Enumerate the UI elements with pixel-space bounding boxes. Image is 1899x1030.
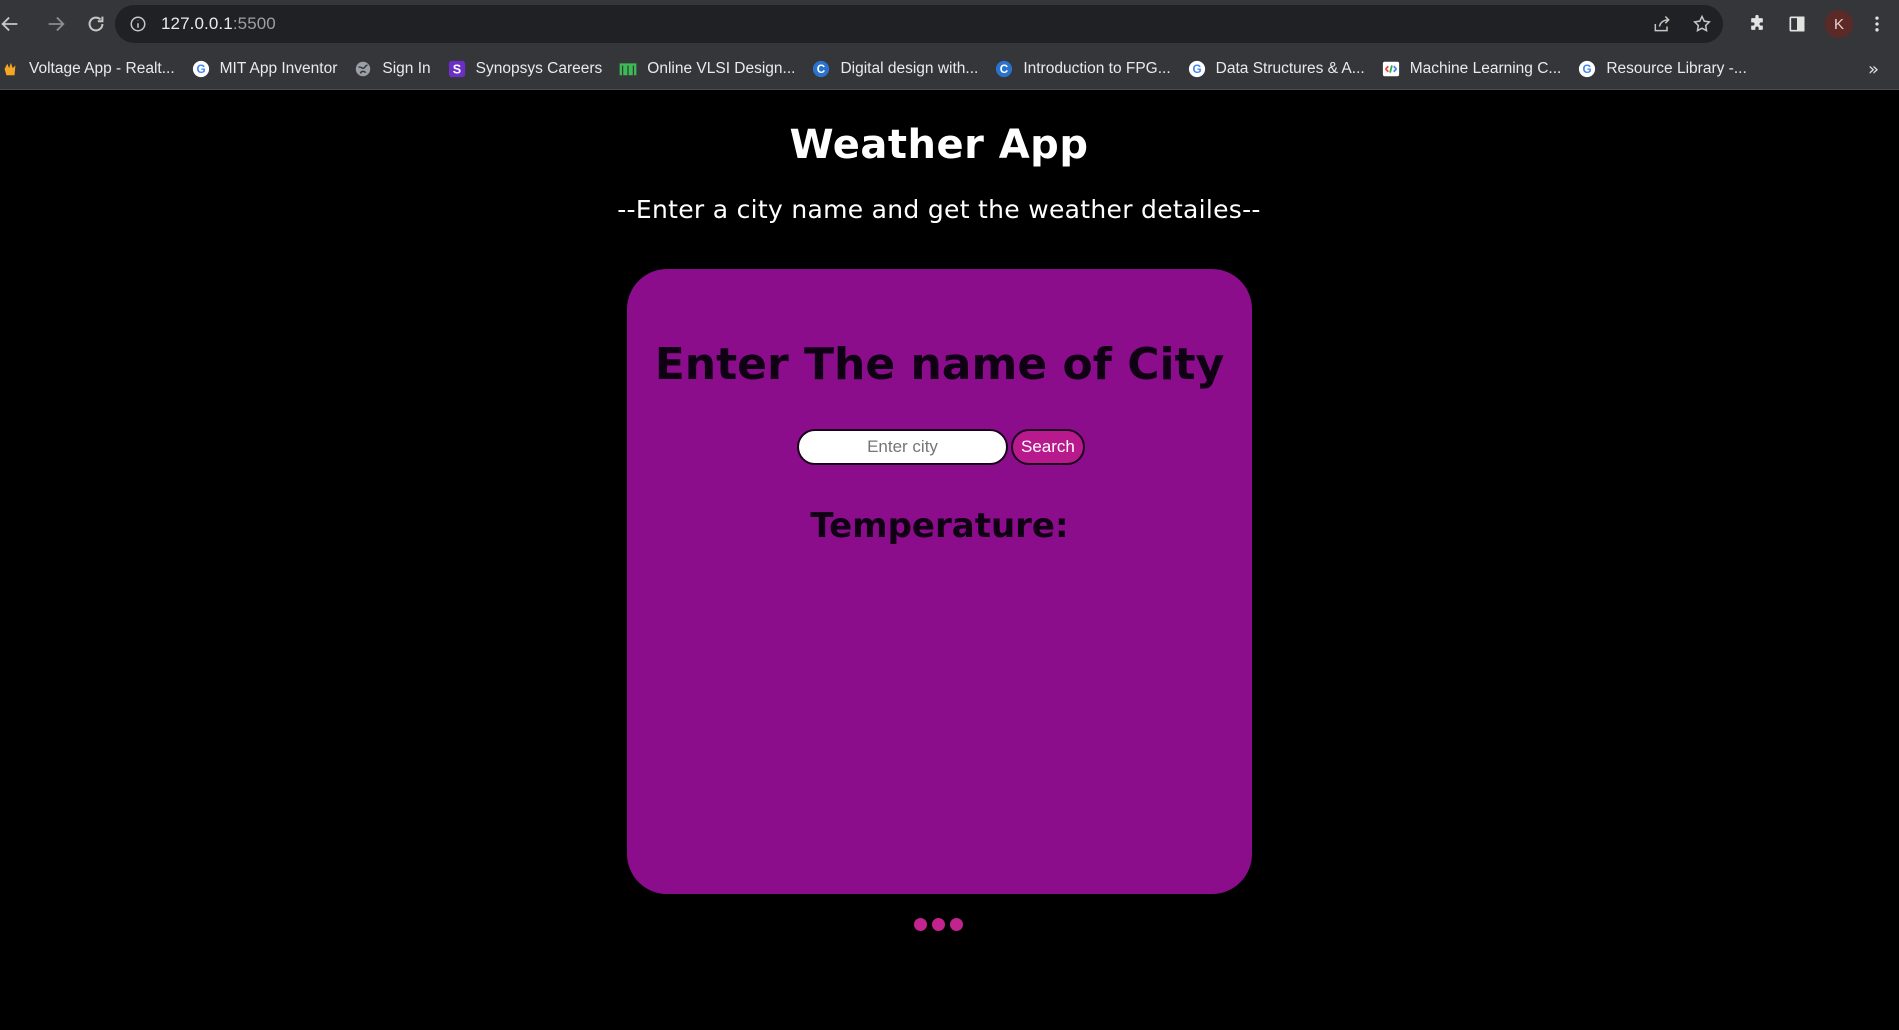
bookmark-label: Digital design with... bbox=[840, 59, 979, 77]
more-vertical-icon[interactable] bbox=[1865, 12, 1889, 36]
star-icon[interactable] bbox=[1691, 13, 1713, 35]
google-favicon: G bbox=[1577, 59, 1597, 79]
temperature-label: Temperature: bbox=[810, 506, 1069, 546]
loader-dot bbox=[932, 918, 945, 931]
coursera-favicon: C bbox=[811, 59, 831, 79]
bookmarks-bar: Voltage App - Realt... G MIT App Invento… bbox=[0, 48, 1899, 90]
bookmark-item[interactable]: Machine Learning C... bbox=[1373, 53, 1570, 85]
loading-indicator bbox=[914, 918, 963, 931]
arrow-right-icon bbox=[48, 16, 65, 32]
side-panel-icon[interactable] bbox=[1785, 12, 1809, 36]
bookmark-item[interactable]: Online VLSI Design... bbox=[610, 53, 803, 85]
search-row: Search bbox=[797, 429, 1085, 465]
svg-text:C: C bbox=[817, 63, 826, 76]
bookmark-label: MIT App Inventor bbox=[219, 59, 338, 77]
globe-favicon bbox=[353, 59, 373, 79]
bookmark-item[interactable]: C Introduction to FPG... bbox=[986, 53, 1178, 85]
bookmark-label: Online VLSI Design... bbox=[647, 59, 796, 77]
bookmark-item[interactable]: G Resource Library -... bbox=[1569, 53, 1754, 85]
search-button[interactable]: Search bbox=[1011, 429, 1085, 465]
profile-avatar[interactable]: K bbox=[1825, 10, 1853, 38]
google-favicon: G bbox=[1187, 59, 1207, 79]
m-favicon bbox=[618, 59, 638, 79]
google-dev-favicon bbox=[1381, 59, 1401, 79]
svg-text:G: G bbox=[1192, 63, 1201, 76]
bookmark-item[interactable]: Sign In bbox=[345, 53, 438, 85]
svg-text:G: G bbox=[196, 63, 205, 76]
back-button[interactable] bbox=[0, 6, 28, 42]
bookmark-label: Sign In bbox=[382, 59, 431, 77]
bookmark-label: Resource Library -... bbox=[1606, 59, 1747, 77]
page-content: Weather App --Enter a city name and get … bbox=[0, 91, 1899, 1030]
app-title: Weather App bbox=[789, 122, 1089, 168]
bookmark-label: Voltage App - Realt... bbox=[29, 59, 175, 77]
city-input[interactable] bbox=[797, 429, 1008, 465]
url-host: 127.0.0.1 bbox=[161, 14, 233, 33]
svg-text:C: C bbox=[1000, 63, 1009, 76]
reload-button[interactable] bbox=[78, 6, 114, 42]
svg-text:G: G bbox=[1583, 63, 1592, 76]
svg-text:S: S bbox=[452, 62, 460, 76]
app-subtitle: --Enter a city name and get the weather … bbox=[617, 195, 1261, 224]
share-icon[interactable] bbox=[1651, 13, 1673, 35]
url-text: 127.0.0.1:5500 bbox=[161, 14, 276, 34]
synopsys-favicon: S bbox=[447, 59, 467, 79]
bookmark-item[interactable]: C Digital design with... bbox=[803, 53, 986, 85]
address-bar[interactable]: 127.0.0.1:5500 bbox=[115, 5, 1723, 43]
browser-toolbar: 127.0.0.1:5500 K bbox=[0, 0, 1899, 48]
loader-dot bbox=[914, 918, 927, 931]
chevron-double-right-icon[interactable]: » bbox=[1868, 48, 1879, 90]
bookmark-label: Introduction to FPG... bbox=[1023, 59, 1171, 77]
google-favicon: G bbox=[191, 59, 211, 79]
card-title: Enter The name of City bbox=[654, 339, 1225, 390]
info-icon[interactable] bbox=[129, 15, 147, 33]
bookmark-label: Machine Learning C... bbox=[1409, 59, 1562, 77]
arrow-left-icon bbox=[1, 16, 18, 32]
bookmark-label: Data Structures & A... bbox=[1215, 59, 1365, 77]
bookmark-item[interactable]: G Data Structures & A... bbox=[1179, 53, 1373, 85]
bookmark-item[interactable]: G MIT App Inventor bbox=[183, 53, 346, 85]
url-port: :5500 bbox=[232, 14, 276, 33]
extensions-icon[interactable] bbox=[1745, 12, 1769, 36]
weather-card: Enter The name of City Search Temperatur… bbox=[627, 269, 1252, 894]
bookmark-item[interactable]: S Synopsys Careers bbox=[439, 53, 611, 85]
bookmark-label: Synopsys Careers bbox=[475, 59, 603, 77]
loader-dot bbox=[950, 918, 963, 931]
bookmark-item[interactable]: Voltage App - Realt... bbox=[0, 53, 183, 85]
reload-icon bbox=[88, 16, 104, 32]
forward-button[interactable] bbox=[38, 6, 74, 42]
coursera-favicon: C bbox=[994, 59, 1014, 79]
hand-favicon bbox=[0, 59, 20, 79]
